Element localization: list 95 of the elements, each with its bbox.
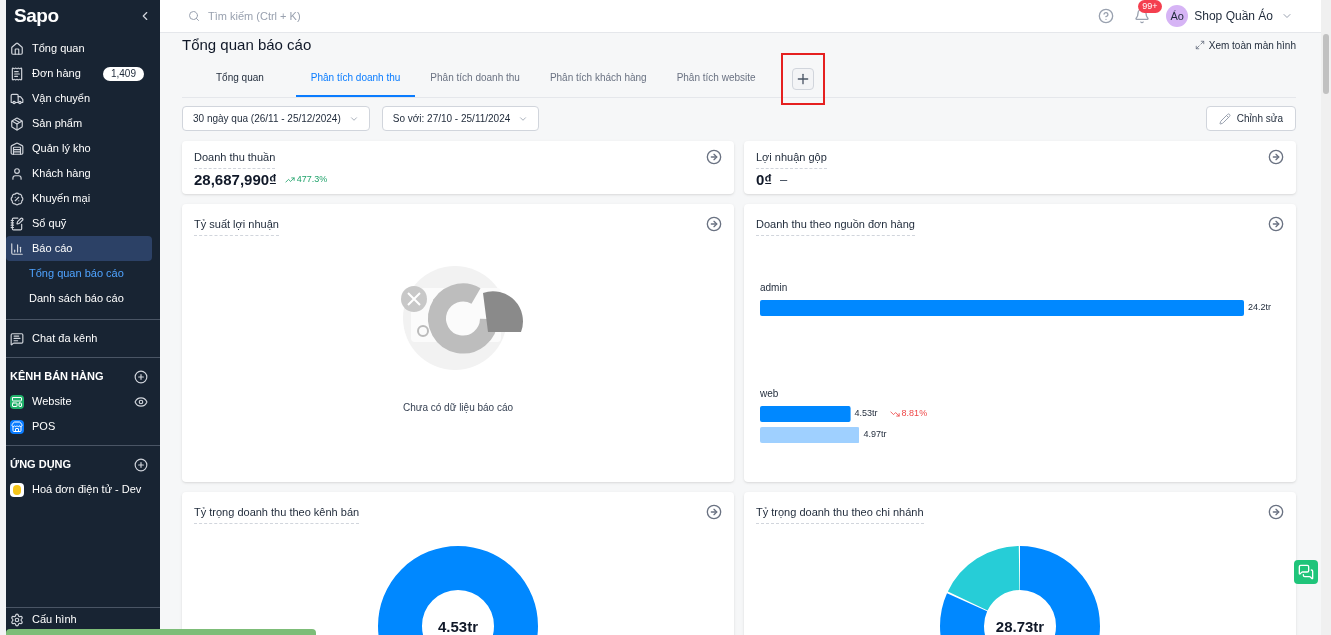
card-title: Doanh thu theo nguồn đơn hàng [756,216,915,236]
nav-item[interactable]: Khách hàng [6,161,152,186]
nav-item[interactable]: Sổ quỹ [6,211,152,236]
subnav-item[interactable]: Danh sách báo cáo [6,286,160,311]
nav-item[interactable]: Quản lý kho [6,136,152,161]
search-field[interactable]: Tìm kiếm (Ctrl + K) [208,7,368,25]
notification-badge: 99+ [1138,0,1162,13]
section-title: ỨNG DỤNG [10,457,72,473]
tab[interactable]: Phân tích doanh thu [415,60,535,97]
nav-icon [10,241,24,256]
date-filter-dropdown[interactable]: So với: 27/10 - 25/11/2024 [381,106,540,131]
nav-label[interactable]: Website [32,393,126,410]
page-title: Tổng quan báo cáo [182,34,312,55]
change-label: 8.81% [889,406,928,421]
nav-icon [10,91,24,106]
card-title: Tỷ trọng doanh thu theo kênh bán [194,504,360,524]
nav-icon [10,116,24,131]
nav-icon [10,41,24,56]
nav-label[interactable]: Chat đa kênh [32,330,98,347]
nav-icon [10,216,24,231]
scrollbar[interactable] [1321,0,1331,635]
bar-value-label: 24.2tr [1248,300,1271,314]
nav-label: Báo cáo [32,241,74,257]
shop-name[interactable]: Shop Quần Áo [1194,7,1273,25]
logo[interactable]: Sapo [14,1,59,31]
nav-item[interactable]: Vận chuyển [6,86,152,111]
add-icon[interactable] [134,369,148,384]
arrow-right-icon[interactable] [1268,149,1284,165]
count-badge: 1,409 [102,66,144,81]
card-title: Tỷ suất lợi nhuận [194,216,279,236]
website-icon [10,394,24,409]
avatar[interactable]: Áo [1166,5,1189,27]
empty-state-message: Chưa có dữ liệu báo cáo [402,400,514,415]
change-label: – [780,171,788,189]
subnav-item[interactable]: Tổng quan báo cáo [6,261,160,286]
tab[interactable]: Tổng quan [184,60,296,97]
nav-label: Khách hàng [32,166,92,182]
fullscreen-icon [1194,40,1205,50]
nav-label: Khuyến mại [32,191,92,207]
arrow-right-icon[interactable] [1268,216,1284,232]
trend-down-icon [889,408,900,419]
trend-up-icon [284,174,295,185]
chat-icon [1298,564,1314,580]
fullscreen-link[interactable]: Xem toàn màn hình [1208,37,1296,53]
bar-value-label: 4.53tr [854,406,878,420]
bell-icon[interactable] [1134,8,1151,24]
category-label: admin [760,280,789,295]
app-icon [10,482,24,497]
nav-item[interactable]: Đơn hàng 1,409 [6,61,152,86]
arrow-right-icon[interactable] [706,149,722,165]
stat-value: 0₫ [756,169,773,190]
nav-icon [10,66,24,81]
date-filter-dropdown[interactable]: 30 ngày qua (26/11 - 25/12/2024) [182,106,370,131]
settings-icon [10,612,24,627]
edit-button[interactable]: Chỉnh sửa [1205,106,1296,131]
nav-label: Vận chuyển [32,91,92,107]
arrow-right-icon[interactable] [1268,504,1284,520]
chat-icon [10,331,24,346]
nav-label: Sản phẩm [32,116,84,132]
nav-label: Tổng quan [32,41,86,57]
arrow-right-icon[interactable] [706,504,722,520]
section-title: KÊNH BÁN HÀNG [10,369,104,385]
card-title: Doanh thu thuần [194,149,276,169]
nav-label[interactable]: Hoá đơn điện tử - Dev [32,481,148,498]
card-title: Tỷ trọng doanh thu theo chi nhánh [756,504,924,524]
tab[interactable]: Phân tích khách hàng [534,60,662,97]
donut-center-value: 28.73tr [995,616,1045,635]
stat-value: 28,687,990₫ [194,169,277,190]
arrow-right-icon[interactable] [706,216,722,232]
nav-item[interactable]: Tổng quan [6,36,152,61]
nav-label: Sổ quỹ [32,216,68,232]
nav-item[interactable]: Sản phẩm [6,111,152,136]
nav-item[interactable]: Báo cáo [6,236,152,261]
nav-label: Quản lý kho [32,141,92,157]
nav-label: Đơn hàng [32,66,82,82]
card-title: Lợi nhuận gộp [756,149,827,169]
add-icon[interactable] [134,457,148,472]
search-icon [188,10,200,22]
add-tab-button[interactable] [791,67,814,90]
nav-item[interactable]: Khuyến mại [6,186,152,211]
nav-icon [10,166,24,181]
tab[interactable]: Phân tích website [661,60,771,97]
tab[interactable]: Phân tích doanh thu [295,60,416,97]
nav-icon [10,191,24,206]
store-icon [10,419,24,434]
nav-icon [10,141,24,156]
category-label: web [760,386,780,401]
eye-icon[interactable] [134,394,148,409]
nav-label[interactable]: POS [32,418,148,435]
nav-label[interactable]: Cấu hình [32,611,77,628]
help-icon[interactable] [1098,8,1115,24]
bar-value-label: 4.97tr [863,427,887,441]
pencil-icon [1218,112,1231,125]
change-label: 477.3% [284,173,328,187]
donut-center-value: 4.53tr [438,616,478,635]
